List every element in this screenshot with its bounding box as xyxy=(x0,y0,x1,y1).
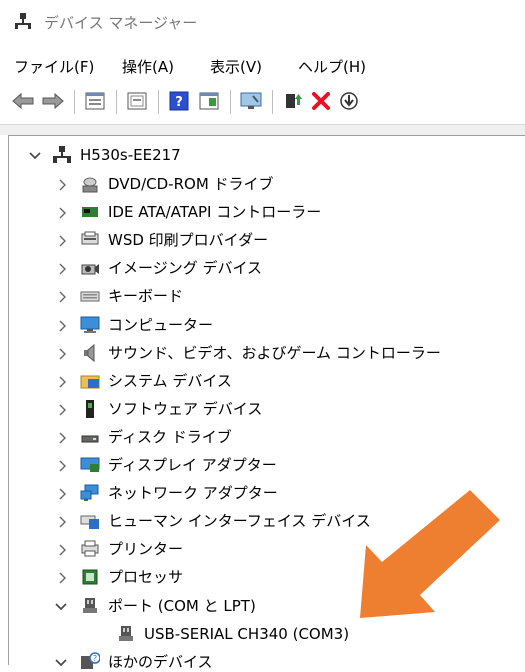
tree-device-label[interactable]: USB-SERIAL CH340 (COM3) xyxy=(144,624,349,644)
display-adapter-icon xyxy=(80,457,100,472)
tree-category-label[interactable]: ヒューマン インターフェイス デバイス xyxy=(108,511,371,531)
chevron-down-icon[interactable] xyxy=(54,600,68,614)
tree-category-label[interactable]: IDE ATA/ATAPI コントローラー xyxy=(108,202,321,222)
toolbar-separator xyxy=(116,90,117,114)
dvd-icon xyxy=(82,177,98,193)
device-list-button[interactable] xyxy=(124,88,150,114)
tree-category-label[interactable]: プリンター xyxy=(108,539,183,559)
chevron-right-icon[interactable] xyxy=(56,206,70,220)
toolbar-separator xyxy=(230,90,231,114)
toolbar-separator xyxy=(272,90,273,114)
tree-category-label[interactable]: ディスク ドライブ xyxy=(108,427,232,447)
menu-help[interactable]: ヘルプ(H) xyxy=(298,56,366,77)
svg-text:?: ? xyxy=(93,654,97,663)
tree-category-label[interactable]: システム デバイス xyxy=(108,371,232,391)
download-button[interactable] xyxy=(336,88,362,114)
menu-action[interactable]: 操作(A) xyxy=(122,56,174,77)
chevron-right-icon[interactable] xyxy=(56,431,70,445)
software-device-icon xyxy=(86,400,94,418)
chevron-down-icon[interactable] xyxy=(54,656,68,670)
monitor-icon xyxy=(240,92,262,109)
menu-view[interactable]: 表示(V) xyxy=(210,56,262,77)
port-icon xyxy=(83,598,97,613)
toolbar: ? xyxy=(0,84,525,120)
port-icon xyxy=(119,626,133,641)
processor-icon xyxy=(82,569,98,585)
tree-category-label[interactable]: WSD 印刷プロバイダー xyxy=(108,230,268,250)
disk-drive-icon xyxy=(81,435,99,443)
toolbar-separator xyxy=(74,90,75,114)
window-title: デバイス マネージャー xyxy=(44,14,198,32)
view-icon xyxy=(199,92,219,110)
computer-icon xyxy=(80,316,100,333)
update-driver-button[interactable] xyxy=(280,88,306,114)
back-icon xyxy=(12,92,34,110)
chevron-right-icon[interactable] xyxy=(56,290,70,304)
add-driver-icon xyxy=(286,94,302,108)
menu-bar: ファイル(F) 操作(A) 表示(V) ヘルプ(H) xyxy=(0,50,525,82)
help-button[interactable]: ? xyxy=(166,88,192,114)
tree-category-label[interactable]: DVD/CD-ROM ドライブ xyxy=(108,174,274,194)
view-button[interactable] xyxy=(196,88,222,114)
chevron-right-icon[interactable] xyxy=(56,178,70,192)
chevron-right-icon[interactable] xyxy=(56,262,70,276)
chevron-right-icon[interactable] xyxy=(56,375,70,389)
tree-root-label[interactable]: H530s-EE217 xyxy=(80,145,181,165)
download-icon xyxy=(340,92,358,110)
chevron-right-icon[interactable] xyxy=(56,571,70,585)
device-list-icon xyxy=(127,92,147,110)
properties-button[interactable] xyxy=(82,88,108,114)
properties-icon xyxy=(85,92,105,110)
tree-category-label[interactable]: ディスプレイ アダプター xyxy=(108,455,277,475)
chevron-right-icon[interactable] xyxy=(56,347,70,361)
printer-icon xyxy=(81,540,99,557)
help-icon: ? xyxy=(169,91,189,111)
uninstall-icon xyxy=(312,92,330,110)
other-device-icon: ? xyxy=(81,652,100,669)
chevron-right-icon[interactable] xyxy=(56,319,70,333)
tree-category-label[interactable]: ネットワーク アダプター xyxy=(108,483,278,503)
keyboard-icon xyxy=(80,291,100,302)
pane-border xyxy=(0,125,525,135)
network-adapter-icon xyxy=(80,484,99,501)
tree-category-label[interactable]: プロセッサ xyxy=(108,567,183,587)
menu-file[interactable]: ファイル(F) xyxy=(14,56,94,77)
print-provider-icon xyxy=(81,231,99,245)
tree-category-label[interactable]: イメージング デバイス xyxy=(108,258,262,278)
device-manager-icon xyxy=(15,13,31,29)
tree-category-label[interactable]: キーボード xyxy=(108,286,183,306)
chevron-down-icon[interactable] xyxy=(28,149,42,163)
svg-text:?: ? xyxy=(175,95,183,110)
camera-icon xyxy=(81,264,99,275)
system-folder-icon xyxy=(80,375,100,389)
forward-icon xyxy=(42,92,64,110)
tree-category-label[interactable]: コンピューター xyxy=(108,315,213,335)
ide-controller-icon xyxy=(82,207,98,217)
speaker-icon xyxy=(84,343,95,363)
title-bar: デバイス マネージャー xyxy=(0,0,525,44)
uninstall-button[interactable] xyxy=(308,88,334,114)
scan-hardware-button[interactable] xyxy=(238,88,264,114)
tree-category-label[interactable]: ポート (COM と LPT) xyxy=(108,596,256,616)
computer-root-icon xyxy=(53,146,71,163)
hid-icon xyxy=(80,515,99,529)
chevron-right-icon[interactable] xyxy=(56,487,70,501)
chevron-right-icon[interactable] xyxy=(56,234,70,248)
chevron-right-icon[interactable] xyxy=(56,543,70,557)
chevron-right-icon[interactable] xyxy=(56,459,70,473)
chevron-right-icon[interactable] xyxy=(56,403,70,417)
tree-category-label[interactable]: サウンド、ビデオ、およびゲーム コントローラー xyxy=(108,343,441,363)
tree-category-label[interactable]: ほかのデバイス xyxy=(108,652,213,672)
annotation-arrow xyxy=(360,490,500,618)
back-button[interactable] xyxy=(10,88,36,114)
forward-button[interactable] xyxy=(40,88,66,114)
toolbar-separator xyxy=(158,90,159,114)
tree-category-label[interactable]: ソフトウェア デバイス xyxy=(108,399,262,419)
chevron-right-icon[interactable] xyxy=(56,515,70,529)
